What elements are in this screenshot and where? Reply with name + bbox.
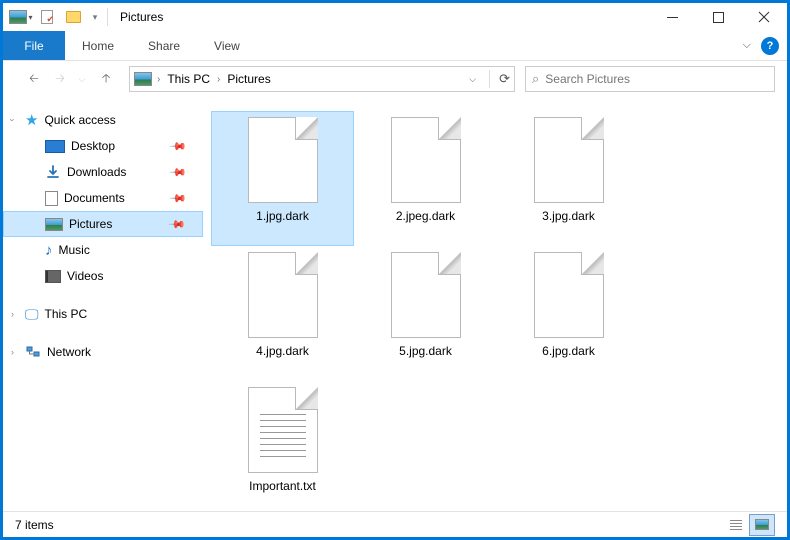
sidebar-item-pictures[interactable]: Pictures 📌	[3, 211, 203, 237]
search-input[interactable]	[545, 72, 768, 86]
sidebar-item-music[interactable]: ♪ Music	[3, 237, 203, 263]
file-item[interactable]: 2.jpeg.dark	[354, 111, 497, 246]
navigation-bar: 🡠 🡢 ⌵ 🡡 › This PC › Pictures ⌵ ⟳ ⌕	[3, 61, 787, 97]
back-button[interactable]: 🡠	[23, 68, 45, 90]
pin-icon: 📌	[169, 137, 188, 156]
file-item[interactable]: 1.jpg.dark	[211, 111, 354, 246]
blank-file-icon	[534, 117, 604, 203]
help-icon[interactable]: ?	[761, 37, 779, 55]
sidebar-item-label: Network	[47, 345, 91, 359]
app-icon[interactable]: ▾	[9, 6, 33, 28]
sidebar-item-label: Desktop	[71, 139, 115, 153]
pictures-icon	[45, 218, 63, 231]
file-list[interactable]: 1.jpg.dark 2.jpeg.dark 3.jpg.dark 4.jpg.dar…	[203, 97, 787, 511]
file-item[interactable]: 6.jpg.dark	[497, 246, 640, 381]
downloads-icon	[45, 164, 61, 180]
file-name: 1.jpg.dark	[256, 209, 309, 223]
sidebar-item-label: Videos	[67, 269, 103, 283]
blank-file-icon	[248, 252, 318, 338]
pc-icon: 🖵	[25, 306, 39, 323]
file-item[interactable]: 4.jpg.dark	[211, 246, 354, 381]
file-name: 3.jpg.dark	[542, 209, 595, 223]
tab-share[interactable]: Share	[131, 31, 197, 60]
window-title: Pictures	[120, 10, 163, 24]
close-button[interactable]	[741, 3, 787, 31]
sidebar-this-pc[interactable]: › 🖵 This PC	[3, 301, 203, 327]
qat-properties[interactable]: ✔	[35, 6, 59, 28]
chevron-right-icon[interactable]: ›	[11, 347, 14, 357]
forward-button[interactable]: 🡢	[49, 68, 71, 90]
chevron-right-icon[interactable]: ›	[157, 74, 160, 85]
minimize-button[interactable]	[649, 3, 695, 31]
breadcrumb-root[interactable]: This PC	[165, 72, 212, 86]
network-icon	[25, 344, 41, 360]
address-dropdown-icon[interactable]: ⌵	[469, 74, 476, 85]
breadcrumb-folder[interactable]: Pictures	[225, 72, 272, 86]
file-name: 6.jpg.dark	[542, 344, 595, 358]
music-icon: ♪	[45, 242, 53, 259]
sidebar-item-label: Downloads	[67, 165, 126, 179]
sidebar-item-label: Documents	[64, 191, 125, 205]
titlebar: ▾ ✔ ▾ Pictures	[3, 3, 787, 31]
sidebar-quick-access[interactable]: › ★ Quick access	[3, 107, 203, 133]
file-name: 4.jpg.dark	[256, 344, 309, 358]
blank-file-icon	[391, 252, 461, 338]
sidebar-item-label: This PC	[45, 307, 88, 321]
pin-icon: 📌	[169, 163, 188, 182]
view-details-button[interactable]	[723, 514, 749, 536]
status-bar: 7 items	[3, 511, 787, 537]
blank-file-icon	[391, 117, 461, 203]
file-item[interactable]: Important.txt	[211, 381, 354, 511]
address-bar[interactable]: › This PC › Pictures ⌵ ⟳	[129, 66, 515, 92]
file-item[interactable]: 5.jpg.dark	[354, 246, 497, 381]
sidebar-item-downloads[interactable]: Downloads 📌	[3, 159, 203, 185]
view-large-icons-button[interactable]	[749, 514, 775, 536]
sidebar-item-videos[interactable]: Videos	[3, 263, 203, 289]
up-button[interactable]: 🡡	[95, 68, 117, 90]
refresh-icon[interactable]: ⟳	[499, 71, 510, 87]
sidebar-item-label: Music	[59, 243, 90, 257]
pin-icon: 📌	[169, 189, 188, 208]
desktop-icon	[45, 140, 65, 153]
chevron-down-icon[interactable]: ›	[8, 119, 18, 122]
tab-file[interactable]: File	[3, 31, 65, 60]
file-name: 2.jpeg.dark	[396, 209, 455, 223]
tab-home[interactable]: Home	[65, 31, 131, 60]
file-name: Important.txt	[249, 479, 316, 493]
search-icon: ⌕	[532, 71, 539, 87]
qat-new-folder-icon[interactable]	[61, 6, 85, 28]
sidebar-item-desktop[interactable]: Desktop 📌	[3, 133, 203, 159]
pin-icon: 📌	[168, 215, 187, 234]
sidebar-item-label: Quick access	[44, 113, 115, 127]
navigation-pane: › ★ Quick access Desktop 📌 Downloads 📌 D…	[3, 97, 203, 511]
chevron-right-icon[interactable]: ›	[217, 74, 220, 85]
blank-file-icon	[248, 117, 318, 203]
qat-customize-icon[interactable]: ▾	[87, 6, 103, 28]
blank-file-icon	[534, 252, 604, 338]
video-icon	[45, 270, 61, 283]
file-item[interactable]: 3.jpg.dark	[497, 111, 640, 246]
sidebar-network[interactable]: › Network	[3, 339, 203, 365]
tab-view[interactable]: View	[197, 31, 257, 60]
ribbon: File Home Share View ⌵ ?	[3, 31, 787, 61]
sidebar-item-documents[interactable]: Documents 📌	[3, 185, 203, 211]
star-icon: ★	[25, 111, 38, 129]
search-box[interactable]: ⌕	[525, 66, 775, 92]
location-icon	[134, 72, 152, 86]
sidebar-item-label: Pictures	[69, 217, 112, 231]
recent-locations-button[interactable]: ⌵	[75, 68, 89, 90]
document-icon	[45, 191, 58, 206]
chevron-right-icon[interactable]: ›	[11, 309, 14, 319]
ribbon-expand-icon[interactable]: ⌵	[743, 39, 751, 52]
maximize-button[interactable]	[695, 3, 741, 31]
file-name: 5.jpg.dark	[399, 344, 452, 358]
item-count: 7 items	[15, 518, 54, 532]
text-file-icon	[248, 387, 318, 473]
